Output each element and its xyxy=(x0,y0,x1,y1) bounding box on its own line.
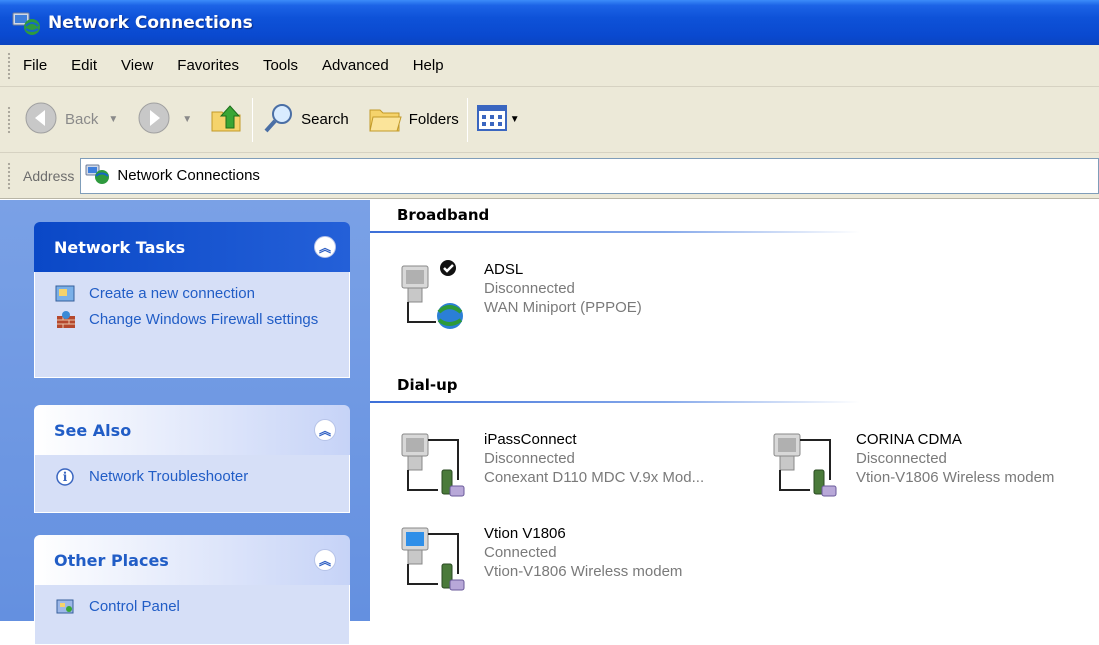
title-bar[interactable]: Network Connections xyxy=(0,0,1099,45)
connection-item[interactable]: ADSL Disconnected WAN Miniport (PPPOE) xyxy=(398,256,642,332)
collapse-chevron-icon[interactable]: ︽ xyxy=(314,549,336,571)
address-value: Network Connections xyxy=(117,167,260,184)
search-label: Search xyxy=(301,111,349,128)
menu-tools[interactable]: Tools xyxy=(263,57,298,74)
toolbar-grip[interactable] xyxy=(7,161,11,190)
new-connection-icon xyxy=(55,284,77,304)
other-places-header[interactable]: Other Places ︽ xyxy=(34,535,350,585)
folders-icon xyxy=(367,100,403,140)
collapse-chevron-icon[interactable]: ︽ xyxy=(314,419,336,441)
other-places-title: Other Places xyxy=(54,550,169,570)
task-pane: Network Tasks ︽ Create a new connection … xyxy=(0,200,370,645)
broadband-connection-icon xyxy=(398,256,470,332)
forward-arrow-icon xyxy=(136,100,172,140)
toolbar-grip[interactable] xyxy=(7,51,11,80)
connections-list: Broadband ADSL Disconnected WAN Miniport… xyxy=(370,200,1099,621)
other-places-panel: Other Places ︽ Control Panel xyxy=(34,535,350,645)
menu-edit[interactable]: Edit xyxy=(71,57,97,74)
toolbar-grip[interactable] xyxy=(7,105,11,134)
info-icon: i xyxy=(55,467,77,487)
see-also-title: See Also xyxy=(54,420,132,440)
address-label: Address xyxy=(23,167,75,184)
menu-bar: File Edit View Favorites Tools Advanced … xyxy=(0,45,1099,87)
group-divider xyxy=(370,401,860,403)
address-bar: Address Network Connections xyxy=(0,153,1099,199)
back-button[interactable]: Back ▼ xyxy=(23,100,118,140)
svg-text:i: i xyxy=(63,470,68,484)
connection-device: Conexant D110 MDC V.9x Mod... xyxy=(484,469,705,486)
network-tasks-panel: Network Tasks ︽ Create a new connection … xyxy=(34,222,350,378)
group-title-broadband: Broadband xyxy=(397,206,490,224)
connection-status: Disconnected xyxy=(856,450,947,467)
connection-name: CORINA CDMA xyxy=(856,431,962,448)
connection-device: Vtion-V1806 Wireless modem xyxy=(856,469,1055,486)
connection-device: Vtion-V1806 Wireless modem xyxy=(484,563,683,580)
create-connection-label: Create a new connection xyxy=(89,285,255,302)
connection-status: Disconnected xyxy=(484,450,575,467)
network-connections-icon xyxy=(10,8,44,38)
see-also-panel: See Also ︽ i Network Troubleshooter xyxy=(34,405,350,513)
menu-favorites[interactable]: Favorites xyxy=(177,57,239,74)
folders-label: Folders xyxy=(408,111,459,128)
collapse-chevron-icon[interactable]: ︽ xyxy=(314,236,336,258)
views-dropdown-icon[interactable]: ▼ xyxy=(510,114,520,125)
up-folder-icon xyxy=(208,100,244,140)
connection-item[interactable]: iPassConnect Disconnected Conexant D110 … xyxy=(398,426,704,502)
connection-name: ADSL xyxy=(484,261,524,278)
connection-name: iPassConnect xyxy=(484,431,577,448)
window-title: Network Connections xyxy=(48,12,253,33)
network-connections-icon xyxy=(85,162,111,190)
dialup-connection-connected-icon xyxy=(398,520,470,596)
menu-view[interactable]: View xyxy=(121,57,153,74)
back-label: Back xyxy=(65,111,99,128)
dialup-connection-icon xyxy=(770,426,842,502)
network-tasks-title: Network Tasks xyxy=(54,237,186,257)
toolbar-separator xyxy=(252,97,254,142)
see-also-body: i Network Troubleshooter xyxy=(34,455,350,513)
menu-file[interactable]: File xyxy=(23,57,47,74)
other-places-body: Control Panel xyxy=(34,585,350,645)
search-icon xyxy=(261,100,297,140)
control-panel-label: Control Panel xyxy=(89,598,180,615)
menu-advanced[interactable]: Advanced xyxy=(322,57,389,74)
menu-help[interactable]: Help xyxy=(413,57,444,74)
up-folder-button[interactable] xyxy=(208,100,244,140)
network-tasks-body: Create a new connection Change Windows F… xyxy=(34,272,350,378)
group-title-dialup: Dial-up xyxy=(397,376,458,394)
back-dropdown-icon[interactable]: ▼ xyxy=(108,114,118,125)
connection-status: Connected xyxy=(484,544,557,561)
address-field[interactable]: Network Connections xyxy=(80,157,1099,194)
see-also-header[interactable]: See Also ︽ xyxy=(34,405,350,455)
connection-item[interactable]: CORINA CDMA Disconnected Vtion-V1806 Wir… xyxy=(770,426,1054,502)
forward-button[interactable]: ▼ xyxy=(136,100,192,140)
connection-device: WAN Miniport (PPPOE) xyxy=(484,299,642,316)
standard-toolbar: Back ▼ ▼ Search Folders ▼ xyxy=(0,87,1099,153)
folders-button[interactable]: Folders xyxy=(367,100,459,140)
create-connection-link[interactable]: Create a new connection xyxy=(55,284,339,304)
group-divider xyxy=(370,231,860,233)
connection-name: Vtion V1806 xyxy=(484,525,566,542)
firewall-icon xyxy=(55,310,77,330)
control-panel-icon xyxy=(55,597,77,617)
toolbar-separator xyxy=(466,97,468,142)
connection-item[interactable]: Vtion V1806 Connected Vtion-V1806 Wirele… xyxy=(398,520,682,596)
dialup-connection-icon xyxy=(398,426,470,502)
back-arrow-icon xyxy=(23,100,59,140)
network-troubleshooter-label: Network Troubleshooter xyxy=(89,468,249,485)
change-firewall-link[interactable]: Change Windows Firewall settings xyxy=(55,310,339,330)
search-button[interactable]: Search xyxy=(261,100,349,140)
views-button[interactable]: ▼ xyxy=(476,102,520,138)
change-firewall-label: Change Windows Firewall settings xyxy=(89,311,319,328)
forward-dropdown-icon[interactable]: ▼ xyxy=(182,114,192,125)
views-icon xyxy=(476,102,508,138)
connection-status: Disconnected xyxy=(484,280,575,297)
control-panel-link[interactable]: Control Panel xyxy=(55,597,339,617)
network-troubleshooter-link[interactable]: i Network Troubleshooter xyxy=(55,467,339,487)
network-tasks-header[interactable]: Network Tasks ︽ xyxy=(34,222,350,272)
